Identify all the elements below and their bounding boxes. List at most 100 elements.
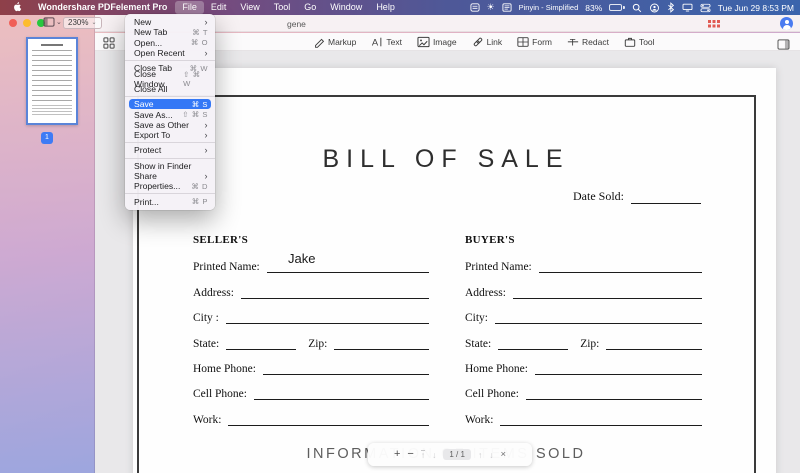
thumbnail-panel-toggle[interactable] (103, 36, 115, 54)
right-panel-toggle[interactable] (777, 37, 790, 55)
form-field-row: Address: (465, 273, 702, 299)
menu-separator (125, 96, 215, 98)
file-dropdown-menu: New › New Tab ⌘ T Open... ⌘ O Open Recent › … (125, 14, 215, 210)
input-source-icon[interactable] (502, 3, 512, 12)
menu-separator (125, 60, 215, 62)
macos-menu-bar: Wondershare PDFelement Pro File Edit Vie… (0, 0, 800, 15)
link-icon (473, 37, 482, 47)
menu-file[interactable]: File (175, 1, 204, 14)
field-label: Work: (465, 413, 494, 426)
menu-item-save[interactable]: Save ⌘ S (129, 99, 211, 110)
menu-item-export-to[interactable]: Export To › (125, 130, 215, 140)
control-center-icon[interactable] (700, 3, 711, 13)
menu-item-close-window[interactable]: Close Window ⇧ ⌘ W (125, 69, 215, 89)
text-cursor-icon: A (372, 36, 382, 47)
menu-item-show-in-finder[interactable]: Show in Finder (125, 161, 215, 171)
form-field-row: Home Phone: (193, 350, 429, 375)
pdf-page[interactable]: BILL OF SALE Date Sold: SELLER'S Printed… (133, 68, 776, 473)
apple-menu[interactable] (6, 1, 30, 14)
buyer-heading: BUYER'S (465, 234, 515, 246)
right-panel-icon (777, 38, 790, 50)
promo-grid-icon[interactable] (708, 20, 720, 28)
minimize-window-button[interactable] (23, 19, 31, 27)
page-thumbnail[interactable] (26, 37, 78, 125)
menu-item-save-as-other[interactable]: Save as Other › (125, 120, 215, 130)
form-field-row: Printed Name: Jake (193, 248, 429, 274)
sidebar-panel-icon (43, 17, 55, 27)
account-avatar[interactable] (780, 17, 793, 30)
field-label: City: (465, 312, 489, 325)
date-sold-line (631, 202, 701, 204)
close-navigator-button[interactable]: × (500, 449, 506, 460)
menu-item-save-as[interactable]: Save As... ⇧ ⌘ S (125, 109, 215, 120)
date-sold-label: Date Sold: (573, 189, 624, 203)
field-line (500, 424, 702, 426)
text-button[interactable]: A Text (371, 36, 402, 48)
form-field-row: Address: (193, 273, 429, 299)
zoom-in-button[interactable]: + (394, 449, 400, 460)
menu-edit[interactable]: Edit (204, 1, 234, 14)
form-field-row: Cell Phone: (193, 375, 429, 401)
zoom-level-dropdown[interactable]: 230% ⌄ (63, 16, 102, 29)
buyer-section: BUYER'S Printed Name: Address: City: Sta… (465, 234, 702, 426)
field-label: Printed Name: (193, 261, 260, 274)
field-label: Address: (465, 286, 506, 299)
previous-page-button[interactable]: ↑ (478, 450, 482, 460)
tool-button[interactable]: Tool (624, 36, 655, 48)
menu-item-protect[interactable]: Protect › (125, 145, 215, 155)
zoom-out-button[interactable]: − (407, 449, 413, 460)
menu-help[interactable]: Help (369, 1, 402, 14)
chevron-down-icon: ⌄ (56, 19, 62, 26)
submenu-arrow-icon: › (204, 17, 208, 28)
menu-tool[interactable]: Tool (267, 1, 298, 14)
input-source-label[interactable]: Pinyin - Simplified (519, 3, 579, 12)
first-page-button[interactable]: ↑ (420, 450, 426, 459)
menu-app-name[interactable]: Wondershare PDFelement Pro (30, 1, 175, 14)
close-window-button[interactable] (9, 19, 17, 27)
menu-item-share[interactable]: Share › (125, 171, 215, 181)
brightness-icon[interactable]: ☀ (487, 2, 495, 13)
sidebar-toggle-button[interactable]: ⌄ (43, 17, 62, 27)
page-number-badge: 1 (41, 132, 53, 144)
app-badge-icon[interactable] (470, 3, 480, 12)
last-page-button[interactable]: ↓ (432, 450, 436, 460)
redact-button[interactable]: T Redact (567, 36, 609, 48)
bluetooth-icon[interactable] (667, 2, 675, 13)
image-button[interactable]: Image (417, 36, 457, 48)
form-border-top (137, 95, 756, 97)
menu-item-open-recent[interactable]: Open Recent › (125, 48, 215, 58)
document-title: BILL OF SALE (322, 145, 570, 173)
menu-clock[interactable]: Tue Jun 29 8:53 PM (718, 3, 794, 13)
menu-window[interactable]: Window (323, 1, 369, 14)
menu-item-open[interactable]: Open... ⌘ O (125, 38, 215, 48)
menu-go[interactable]: Go (297, 1, 323, 14)
link-button[interactable]: Link (472, 36, 502, 48)
seller-section: SELLER'S Printed Name: Jake Address: Cit… (193, 234, 429, 426)
next-page-button[interactable]: ↓ (489, 450, 493, 460)
date-sold-row: Date Sold: (573, 189, 701, 204)
submenu-arrow-icon: › (204, 119, 208, 130)
form-field-row: State: Zip: (193, 324, 429, 350)
form-button[interactable]: Form (517, 36, 552, 48)
menu-item-new[interactable]: New › (125, 17, 215, 27)
svg-text:A: A (372, 36, 379, 47)
battery-icon[interactable] (609, 4, 625, 11)
field-label: Cell Phone: (465, 388, 519, 401)
menu-separator (125, 157, 215, 159)
markup-button[interactable]: Markup (313, 36, 356, 48)
menu-item-new-tab[interactable]: New Tab ⌘ T (125, 27, 215, 37)
menu-item-print[interactable]: Print... ⌘ P (125, 196, 215, 207)
briefcase-icon (624, 37, 636, 47)
menu-view[interactable]: View (233, 1, 266, 14)
display-icon[interactable] (682, 3, 693, 12)
menu-item-properties[interactable]: Properties... ⌘ D (125, 181, 215, 191)
seller-heading: SELLER'S (193, 234, 248, 246)
thumbnail-sidebar: 1 (0, 15, 95, 473)
user-switch-icon[interactable] (649, 3, 660, 13)
printed-name-text-object[interactable]: Jake (288, 251, 315, 266)
document-tab[interactable]: gene (287, 19, 306, 29)
submenu-arrow-icon: › (204, 171, 208, 181)
form-field-row: Work: (465, 400, 702, 426)
spotlight-search-icon[interactable] (632, 3, 642, 13)
field-label: Home Phone: (465, 362, 528, 375)
